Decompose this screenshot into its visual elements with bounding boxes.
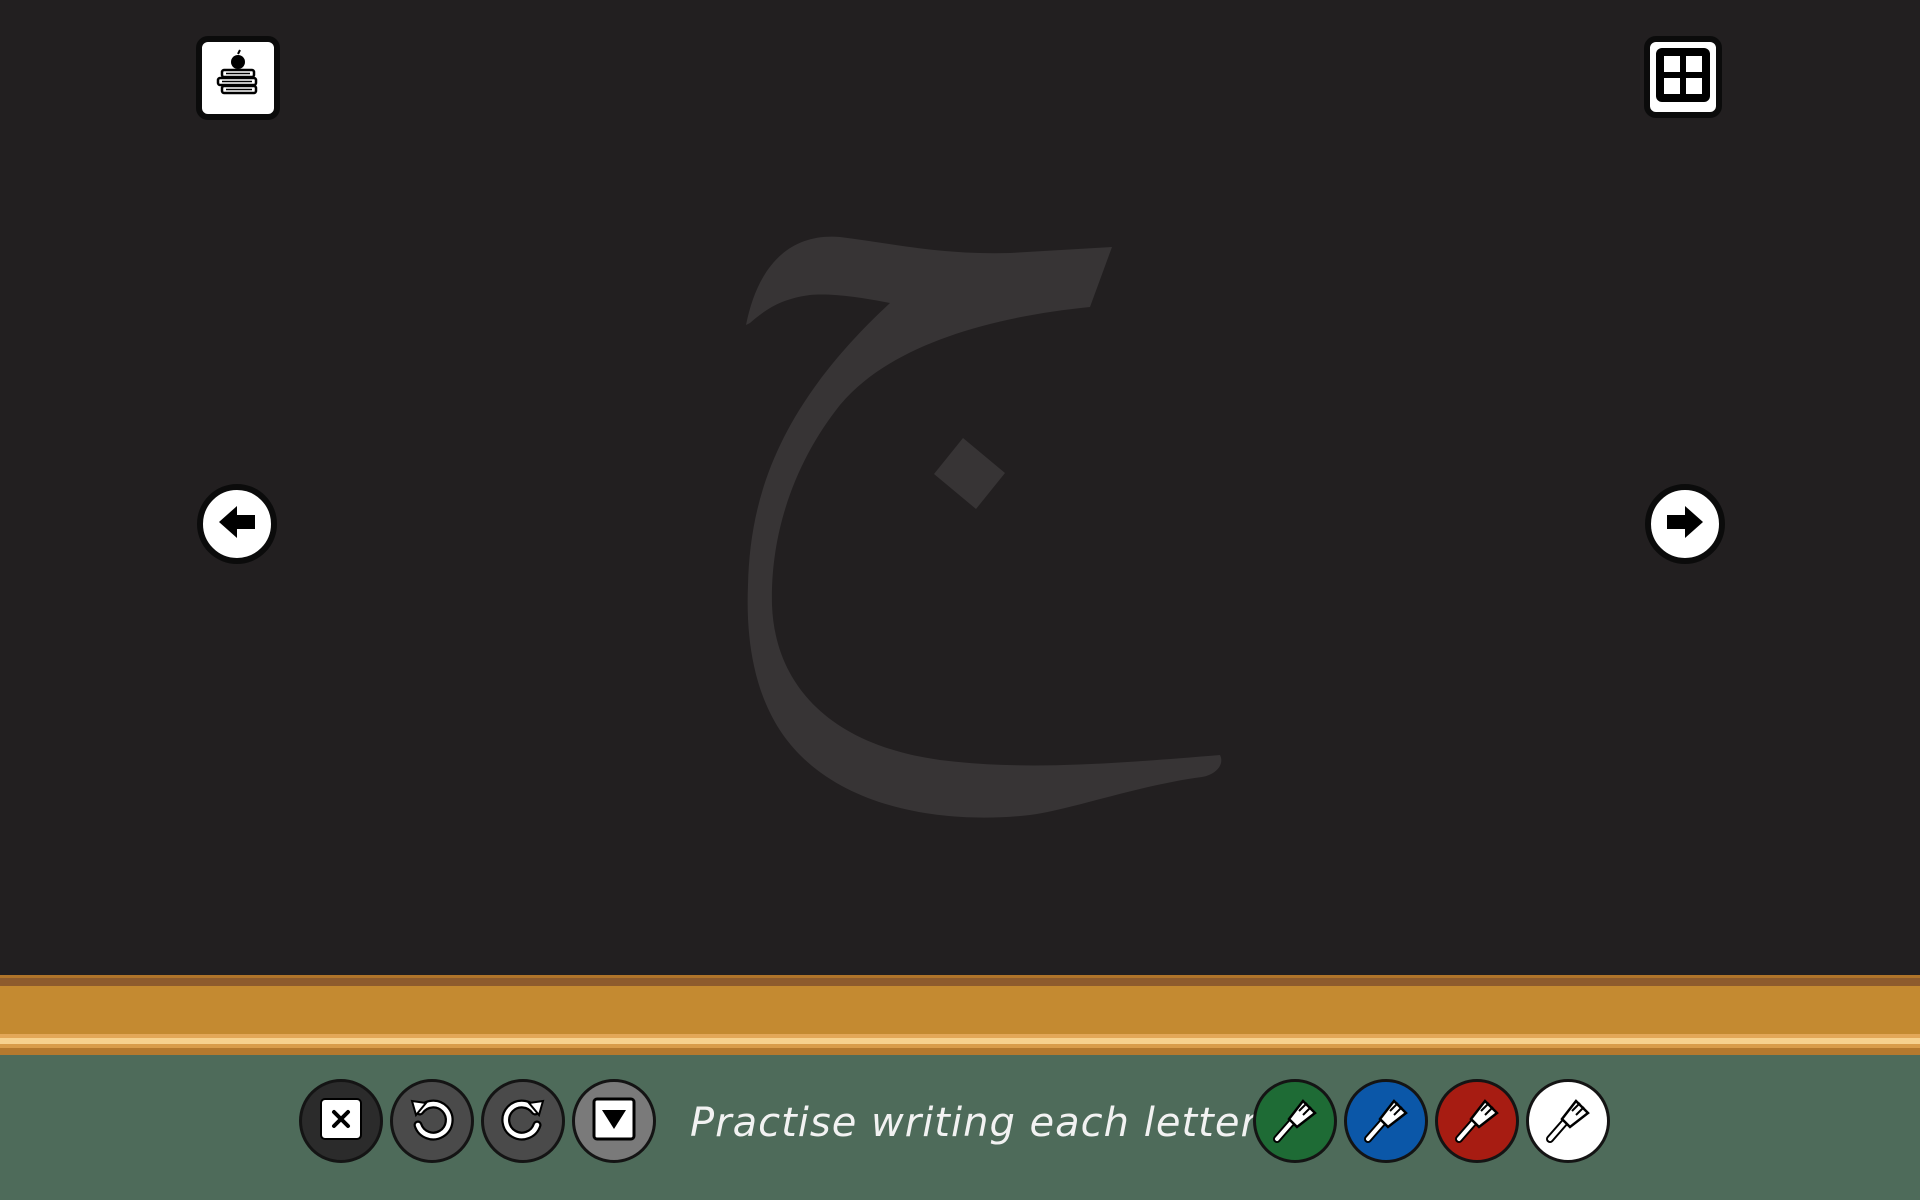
brush-icon: [1360, 1093, 1412, 1149]
brush-icon: [1542, 1093, 1594, 1149]
chalkboard[interactable]: [0, 0, 1920, 975]
collapse-button[interactable]: [572, 1079, 656, 1163]
brush-blue-button[interactable]: [1344, 1079, 1428, 1163]
chalk-ledge: [0, 975, 1920, 1055]
redo-icon: [497, 1093, 549, 1149]
undo-button[interactable]: [390, 1079, 474, 1163]
redo-button[interactable]: [481, 1079, 565, 1163]
books-apple-icon: [210, 48, 266, 108]
close-icon: [319, 1097, 363, 1145]
brush-green-button[interactable]: [1253, 1079, 1337, 1163]
resources-button[interactable]: [196, 36, 280, 120]
brush-red-button[interactable]: [1435, 1079, 1519, 1163]
grid-button[interactable]: [1644, 36, 1722, 118]
toolbar: Practise writing each letter...: [0, 1055, 1920, 1200]
arrow-right-icon: [1661, 498, 1709, 550]
brush-icon: [1269, 1093, 1321, 1149]
undo-icon: [406, 1093, 458, 1149]
clear-button[interactable]: [299, 1079, 383, 1163]
brush-icon: [1451, 1093, 1503, 1149]
brush-white-button[interactable]: [1526, 1079, 1610, 1163]
previous-button[interactable]: [197, 484, 277, 564]
grid-icon: [1656, 48, 1710, 106]
instruction-text: Practise writing each letter...: [690, 1100, 1296, 1146]
arrow-left-icon: [213, 498, 261, 550]
chevron-down-icon: [592, 1097, 636, 1145]
guide-letter: [740, 225, 1240, 829]
next-button[interactable]: [1645, 484, 1725, 564]
